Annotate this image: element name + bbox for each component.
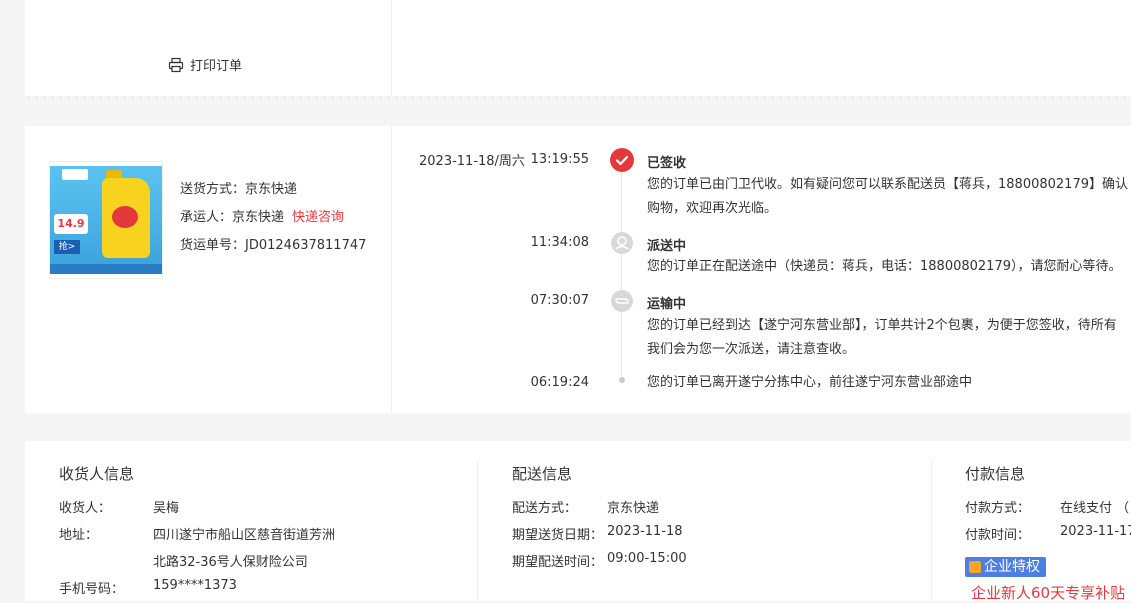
- shipment-tracking-panel: 14.9 抢> 送货方式：京东快递 承运人：京东快递 快递咨询 货运单号：JD01…: [25, 126, 1131, 413]
- expected-date-label: 期望送货日期：: [512, 528, 604, 543]
- column-divider: [931, 461, 932, 601]
- waybill-row: 货运单号：JD0124637811747: [180, 232, 366, 260]
- timeline-description: 我们会为您一次派送，请注意查收。: [647, 342, 856, 357]
- receiver-name-label: 收货人：: [59, 501, 112, 516]
- product-image: 14.9 抢>: [50, 166, 162, 274]
- shipping-method-value: 京东快递: [245, 182, 298, 197]
- address-label: 地址：: [59, 528, 99, 543]
- address-line-1: 四川遂宁市船山区慈音街道芳洲: [153, 528, 336, 543]
- crown-icon: [969, 561, 981, 573]
- carrier-row: 承运人：京东快递 快递咨询: [180, 204, 366, 232]
- timeline-description: 您的订单正在配送途中（快递员：蒋兵，电话：18800802179），请您耐心等待…: [647, 259, 1122, 274]
- transport-icon: [611, 290, 633, 312]
- divider: [391, 126, 392, 413]
- print-order-label: 打印订单: [190, 59, 243, 74]
- delivery-section-title: 配送信息: [512, 465, 573, 483]
- timeline-time: 13:19:55: [530, 152, 589, 167]
- expected-time-label: 期望配送时间：: [512, 555, 604, 570]
- enterprise-subsidy-link[interactable]: 企业新人60天专享补贴: [971, 582, 1125, 603]
- timeline-status-title: 已签收: [647, 156, 687, 171]
- timeline-time: 11:34:08: [530, 235, 589, 250]
- column-divider: [477, 461, 478, 601]
- enterprise-privilege-badge[interactable]: 企业特权: [965, 557, 1046, 577]
- payment-time: 2023-11-17: [1060, 524, 1131, 539]
- shipping-method-row: 送货方式：京东快递: [180, 176, 366, 204]
- order-info-panel: 收货人信息 收货人： 吴梅 地址： 四川遂宁市船山区慈音街道芳洲 北路32-36…: [25, 441, 1131, 603]
- timeline-status-title: 派送中: [647, 239, 687, 254]
- payment-time-label: 付款时间：: [965, 528, 1031, 543]
- timeline-line: [621, 171, 622, 383]
- courier-icon: [611, 232, 633, 254]
- product-thumbnail[interactable]: 14.9 抢>: [49, 161, 163, 279]
- courier-inquiry-link[interactable]: 快递咨询: [292, 210, 344, 225]
- timeline-time: 07:30:07: [530, 293, 589, 308]
- brand-logo: [62, 169, 88, 180]
- delivery-method: 京东快递: [607, 501, 660, 516]
- payment-method-label: 付款方式：: [965, 501, 1031, 516]
- phone-label: 手机号码：: [59, 582, 125, 597]
- dashed-separator: [25, 96, 1131, 100]
- timeline-description: 您的订单已由门卫代收。如有疑问您可以联系配送员【蒋兵，18800802179】确…: [647, 177, 1128, 192]
- timeline-time: 06:19:24: [530, 375, 589, 390]
- expected-date: 2023-11-18: [607, 524, 683, 539]
- timeline-status-title: 运输中: [647, 297, 687, 312]
- promo-strip: [50, 264, 162, 274]
- waybill-number: JD0124637811747: [245, 238, 367, 253]
- timeline-description: 购物，欢迎再次光临。: [647, 201, 778, 216]
- payment-section-title: 付款信息: [965, 465, 1026, 483]
- payment-method: 在线支付 （: [1060, 501, 1130, 516]
- expected-time: 09:00-15:00: [607, 551, 687, 566]
- shipment-info: 送货方式：京东快递 承运人：京东快递 快递咨询 货运单号：JD0124637811…: [180, 176, 366, 260]
- thumbnail-grab-tag: 抢>: [54, 240, 80, 254]
- divider: [391, 0, 392, 96]
- address-line-2: 北路32-36号人保财险公司: [153, 555, 308, 570]
- carrier-value: 京东快递: [232, 210, 285, 225]
- delivery-method-label: 配送方式：: [512, 501, 578, 516]
- timeline-date: 2023-11-18/周六: [419, 154, 525, 169]
- receiver-name: 吴梅: [153, 501, 180, 516]
- order-actions-panel: 打印订单: [25, 0, 1131, 96]
- waybill-label: 货运单号：: [180, 238, 246, 253]
- phone-number: 159****1373: [153, 578, 237, 593]
- printer-icon: [168, 57, 184, 72]
- receiver-section-title: 收货人信息: [59, 465, 135, 483]
- timeline-description: 您的订单已离开遂宁分拣中心，前往遂宁河东营业部途中: [647, 375, 973, 390]
- check-icon: [610, 148, 634, 172]
- product-label-shape: [112, 206, 138, 228]
- dot-icon: [619, 377, 625, 383]
- thumbnail-price: 14.9: [54, 214, 88, 234]
- enterprise-badge-label: 企业特权: [984, 559, 1040, 575]
- print-order-button[interactable]: 打印订单: [168, 55, 242, 74]
- carrier-label: 承运人：: [180, 210, 233, 225]
- shipping-method-label: 送货方式：: [180, 182, 246, 197]
- timeline-description: 您的订单已经到达【遂宁河东营业部】，订单共计2个包裹，为便于您签收，待所有: [647, 318, 1117, 333]
